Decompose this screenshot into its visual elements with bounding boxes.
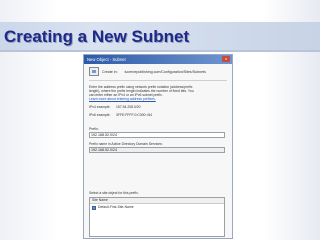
site-list-item[interactable]: Default-First-Site-Name xyxy=(90,205,224,210)
learn-more-link[interactable]: Learn more about entering address prefix… xyxy=(89,97,156,101)
header-separator xyxy=(89,80,227,81)
subnet-object-icon xyxy=(89,67,99,76)
site-list[interactable]: Site Name Default-First-Site-Name xyxy=(89,197,225,237)
site-name-column-header[interactable]: Site Name xyxy=(90,198,224,204)
site-name: Default-First-Site-Name xyxy=(98,205,134,209)
ipv4-example-label: IPv4 example: xyxy=(89,105,111,109)
close-icon[interactable]: x xyxy=(222,56,230,62)
title-divider xyxy=(0,50,320,52)
ipv6-example-value: 3FFE:FFFF:0:C000::/64 xyxy=(116,113,152,117)
ipv6-example-label: IPv6 example: xyxy=(89,113,111,117)
slide-background: Creating a New Subnet New Object - Subne… xyxy=(0,0,320,240)
new-subnet-dialog: New Object - Subnet x Create in: lucerne… xyxy=(83,54,233,239)
prefix-input[interactable]: 192.168.52.0/24 xyxy=(89,132,225,138)
prefix-label: Prefix: xyxy=(89,127,99,131)
dialog-title: New Object - Subnet xyxy=(87,57,126,62)
prefix-name-label: Prefix name in Active Directory Domain S… xyxy=(89,142,163,146)
slide-title: Creating a New Subnet xyxy=(4,27,190,46)
create-in-label: Create in: xyxy=(102,69,118,74)
create-in-row: Create in: lucernepublishing.com/Configu… xyxy=(89,67,206,76)
ipv4-example-value: 157.54.208.0/20 xyxy=(116,105,141,109)
prefix-name-field: 192.168.52.0/24 xyxy=(89,147,225,153)
site-icon xyxy=(92,205,96,210)
site-select-label: Select a site object for this prefix. xyxy=(89,191,139,195)
create-in-path: lucernepublishing.com/Configuration/Site… xyxy=(124,69,206,74)
dialog-titlebar: New Object - Subnet x xyxy=(84,55,232,64)
